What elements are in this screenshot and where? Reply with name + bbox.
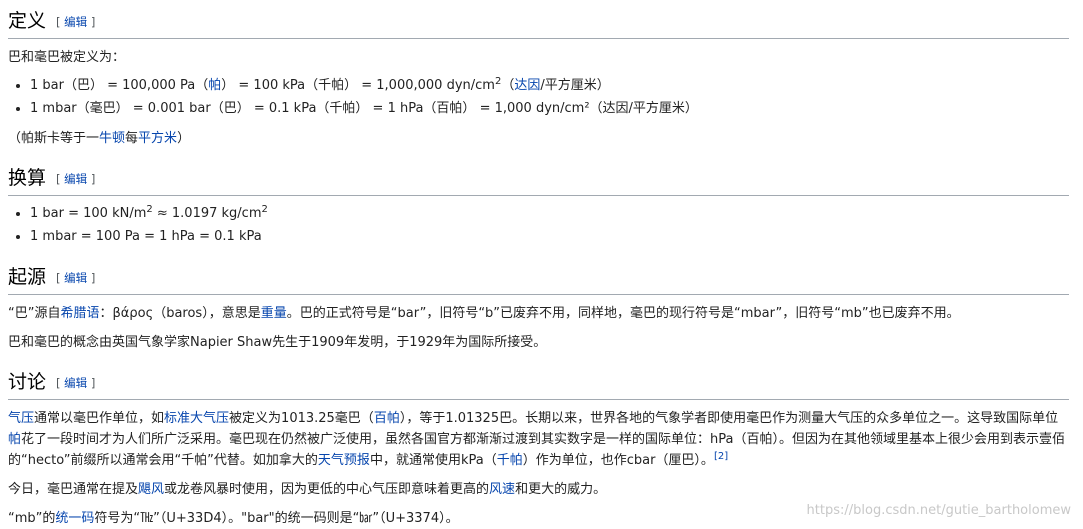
list-item: 1 mbar = 100 Pa = 1 hPa = 0.1 kPa [30, 225, 1069, 248]
edit-link[interactable]: 编辑 [64, 15, 87, 29]
edit-link[interactable]: 编辑 [64, 376, 87, 390]
list-item: 1 bar = 100 kN/m2 ≈ 1.0197 kg/cm2 [30, 202, 1069, 225]
link-dyne[interactable]: 达因 [514, 78, 540, 93]
link-greek[interactable]: 希腊语 [60, 306, 99, 321]
link-weight[interactable]: 重量 [261, 306, 287, 321]
link-wind-speed[interactable]: 风速 [489, 482, 515, 497]
edit-link[interactable]: 编辑 [64, 172, 87, 186]
link-standard-atmosphere[interactable]: 标准大气压 [164, 411, 229, 426]
link-hurricane[interactable]: 飓风 [138, 482, 164, 497]
link-pascal[interactable]: 帕 [208, 78, 221, 93]
link-pascal-unit[interactable]: 帕 [8, 432, 21, 447]
link-weather-forecast[interactable]: 天气预报 [318, 453, 370, 468]
edit-section-link: [ 编辑 ] [56, 15, 96, 29]
edit-section-link: [ 编辑 ] [56, 271, 96, 285]
list-item: 1 mbar（毫巴） = 0.001 bar（巴） = 0.1 kPa（千帕） … [30, 97, 1069, 120]
edit-section-link: [ 编辑 ] [56, 376, 96, 390]
edit-link[interactable]: 编辑 [64, 271, 87, 285]
discussion-paragraph-2: 今日，毫巴通常在提及飓风或龙卷风暴时使用，因为更低的中心气压即意味着更高的风速和… [8, 482, 607, 497]
link-air-pressure[interactable]: 气压 [8, 411, 34, 426]
heading-text: 换算 [8, 167, 47, 189]
link-hectopascal[interactable]: 百帕 [374, 411, 400, 426]
article-body: 定义 [ 编辑 ] 巴和毫巴被定义为： 1 bar（巴） = 100,000 Pa… [0, 0, 1083, 529]
definition-list: 1 bar（巴） = 100,000 Pa（帕） = 100 kPa（千帕） =… [8, 74, 1069, 120]
section-heading-origin: 起源 [ 编辑 ] [8, 264, 1069, 295]
reference-link[interactable]: [2] [714, 451, 728, 462]
section-heading-definition: 定义 [ 编辑 ] [8, 8, 1069, 39]
heading-text: 讨论 [8, 371, 47, 393]
section-heading-discussion: 讨论 [ 编辑 ] [8, 369, 1069, 400]
heading-text: 定义 [8, 10, 47, 32]
link-square-meter[interactable]: 平方米 [138, 131, 177, 146]
link-kilopascal[interactable]: 千帕 [497, 453, 523, 468]
origin-paragraph-1: “巴”源自希腊语：βάρος（baros），意思是重量。巴的正式符号是“bar”… [8, 306, 960, 321]
watermark: https://blog.csdn.net/gutie_bartholomew [806, 503, 1071, 518]
list-item: 1 bar（巴） = 100,000 Pa（帕） = 100 kPa（千帕） =… [30, 74, 1069, 97]
heading-text: 起源 [8, 266, 47, 288]
section-heading-conversion: 换算 [ 编辑 ] [8, 165, 1069, 196]
discussion-paragraph-1: 气压通常以毫巴作单位，如标准大气压被定义为1013.25毫巴（百帕），等于1.0… [8, 411, 1065, 468]
link-newton[interactable]: 牛顿 [99, 131, 125, 146]
definition-intro: 巴和毫巴被定义为： [8, 50, 126, 65]
origin-paragraph-2: 巴和毫巴的概念由英国气象学家Napier Shaw先生于1909年发明，于192… [8, 335, 547, 350]
edit-section-link: [ 编辑 ] [56, 172, 96, 186]
superscript: 2 [261, 204, 268, 215]
conversion-list: 1 bar = 100 kN/m2 ≈ 1.0197 kg/cm2 1 mbar… [8, 202, 1069, 248]
link-unicode[interactable]: 统一码 [55, 511, 94, 526]
definition-note: （帕斯卡等于一牛顿每平方米） [8, 131, 191, 146]
